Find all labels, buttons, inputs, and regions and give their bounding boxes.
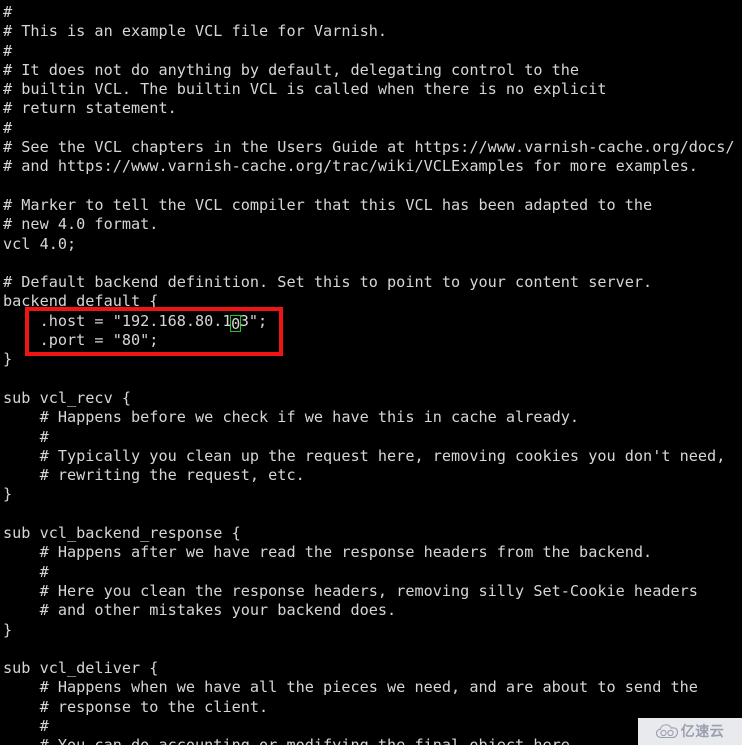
- code-line: # See the VCL chapters in the Users Guid…: [3, 138, 735, 157]
- code-line: # Typically you clean up the request her…: [3, 446, 726, 465]
- site-watermark: 亿速云: [638, 718, 742, 745]
- watermark-label: 亿速云: [680, 723, 725, 740]
- code-line: # Here you clean the response headers, r…: [3, 581, 698, 600]
- code-line: # new 4.0 format.: [3, 215, 159, 234]
- code-line: # Happens when we have all the pieces we…: [3, 678, 698, 697]
- vcl-file-contents[interactable]: # # This is an example VCL file for Varni…: [3, 3, 735, 745]
- code-line: #: [3, 3, 13, 21]
- code-line: #: [3, 427, 49, 446]
- code-line: # This is an example VCL file for Varnis…: [3, 22, 388, 41]
- code-line: #: [3, 716, 49, 735]
- code-line: # return statement.: [3, 99, 177, 118]
- text-cursor: 0: [230, 314, 242, 333]
- code-line: # builtin VCL. The builtin VCL is called…: [3, 80, 607, 99]
- code-line: sub vcl_deliver {: [3, 659, 159, 678]
- code-line: # Default backend definition. Set this t…: [3, 273, 653, 292]
- code-line: }: [3, 485, 13, 504]
- code-line: # response to the client.: [3, 697, 269, 716]
- code-line: # Marker to tell the VCL compiler that t…: [3, 195, 653, 214]
- code-line: # and other mistakes your backend does.: [3, 601, 397, 620]
- code-line: vcl 4.0;: [3, 234, 77, 253]
- code-line: }: [3, 350, 13, 369]
- code-line: # Happens after we have read the respons…: [3, 543, 653, 562]
- code-line: .port = "80";: [3, 331, 159, 350]
- code-line: sub vcl_recv {: [3, 388, 132, 407]
- code-line: }: [3, 620, 13, 639]
- cloud-icon: [655, 724, 678, 739]
- code-line: # rewriting the request, etc.: [3, 466, 305, 485]
- code-line: # It does not do anything by default, de…: [3, 60, 580, 79]
- code-line: backend default {: [3, 292, 159, 311]
- code-line: #: [3, 118, 13, 137]
- code-line: # You can do accounting or modifying the…: [3, 736, 735, 745]
- code-line: # Happens before we check if we have thi…: [3, 408, 580, 427]
- code-line: #: [3, 562, 49, 581]
- code-line: # and https://www.varnish-cache.org/trac…: [3, 157, 698, 176]
- code-line: sub vcl_backend_response {: [3, 524, 241, 543]
- code-line: #: [3, 41, 13, 60]
- terminal-window[interactable]: # # This is an example VCL file for Varni…: [0, 0, 742, 745]
- code-line: .host = "192.168.80.103";: [3, 311, 268, 333]
